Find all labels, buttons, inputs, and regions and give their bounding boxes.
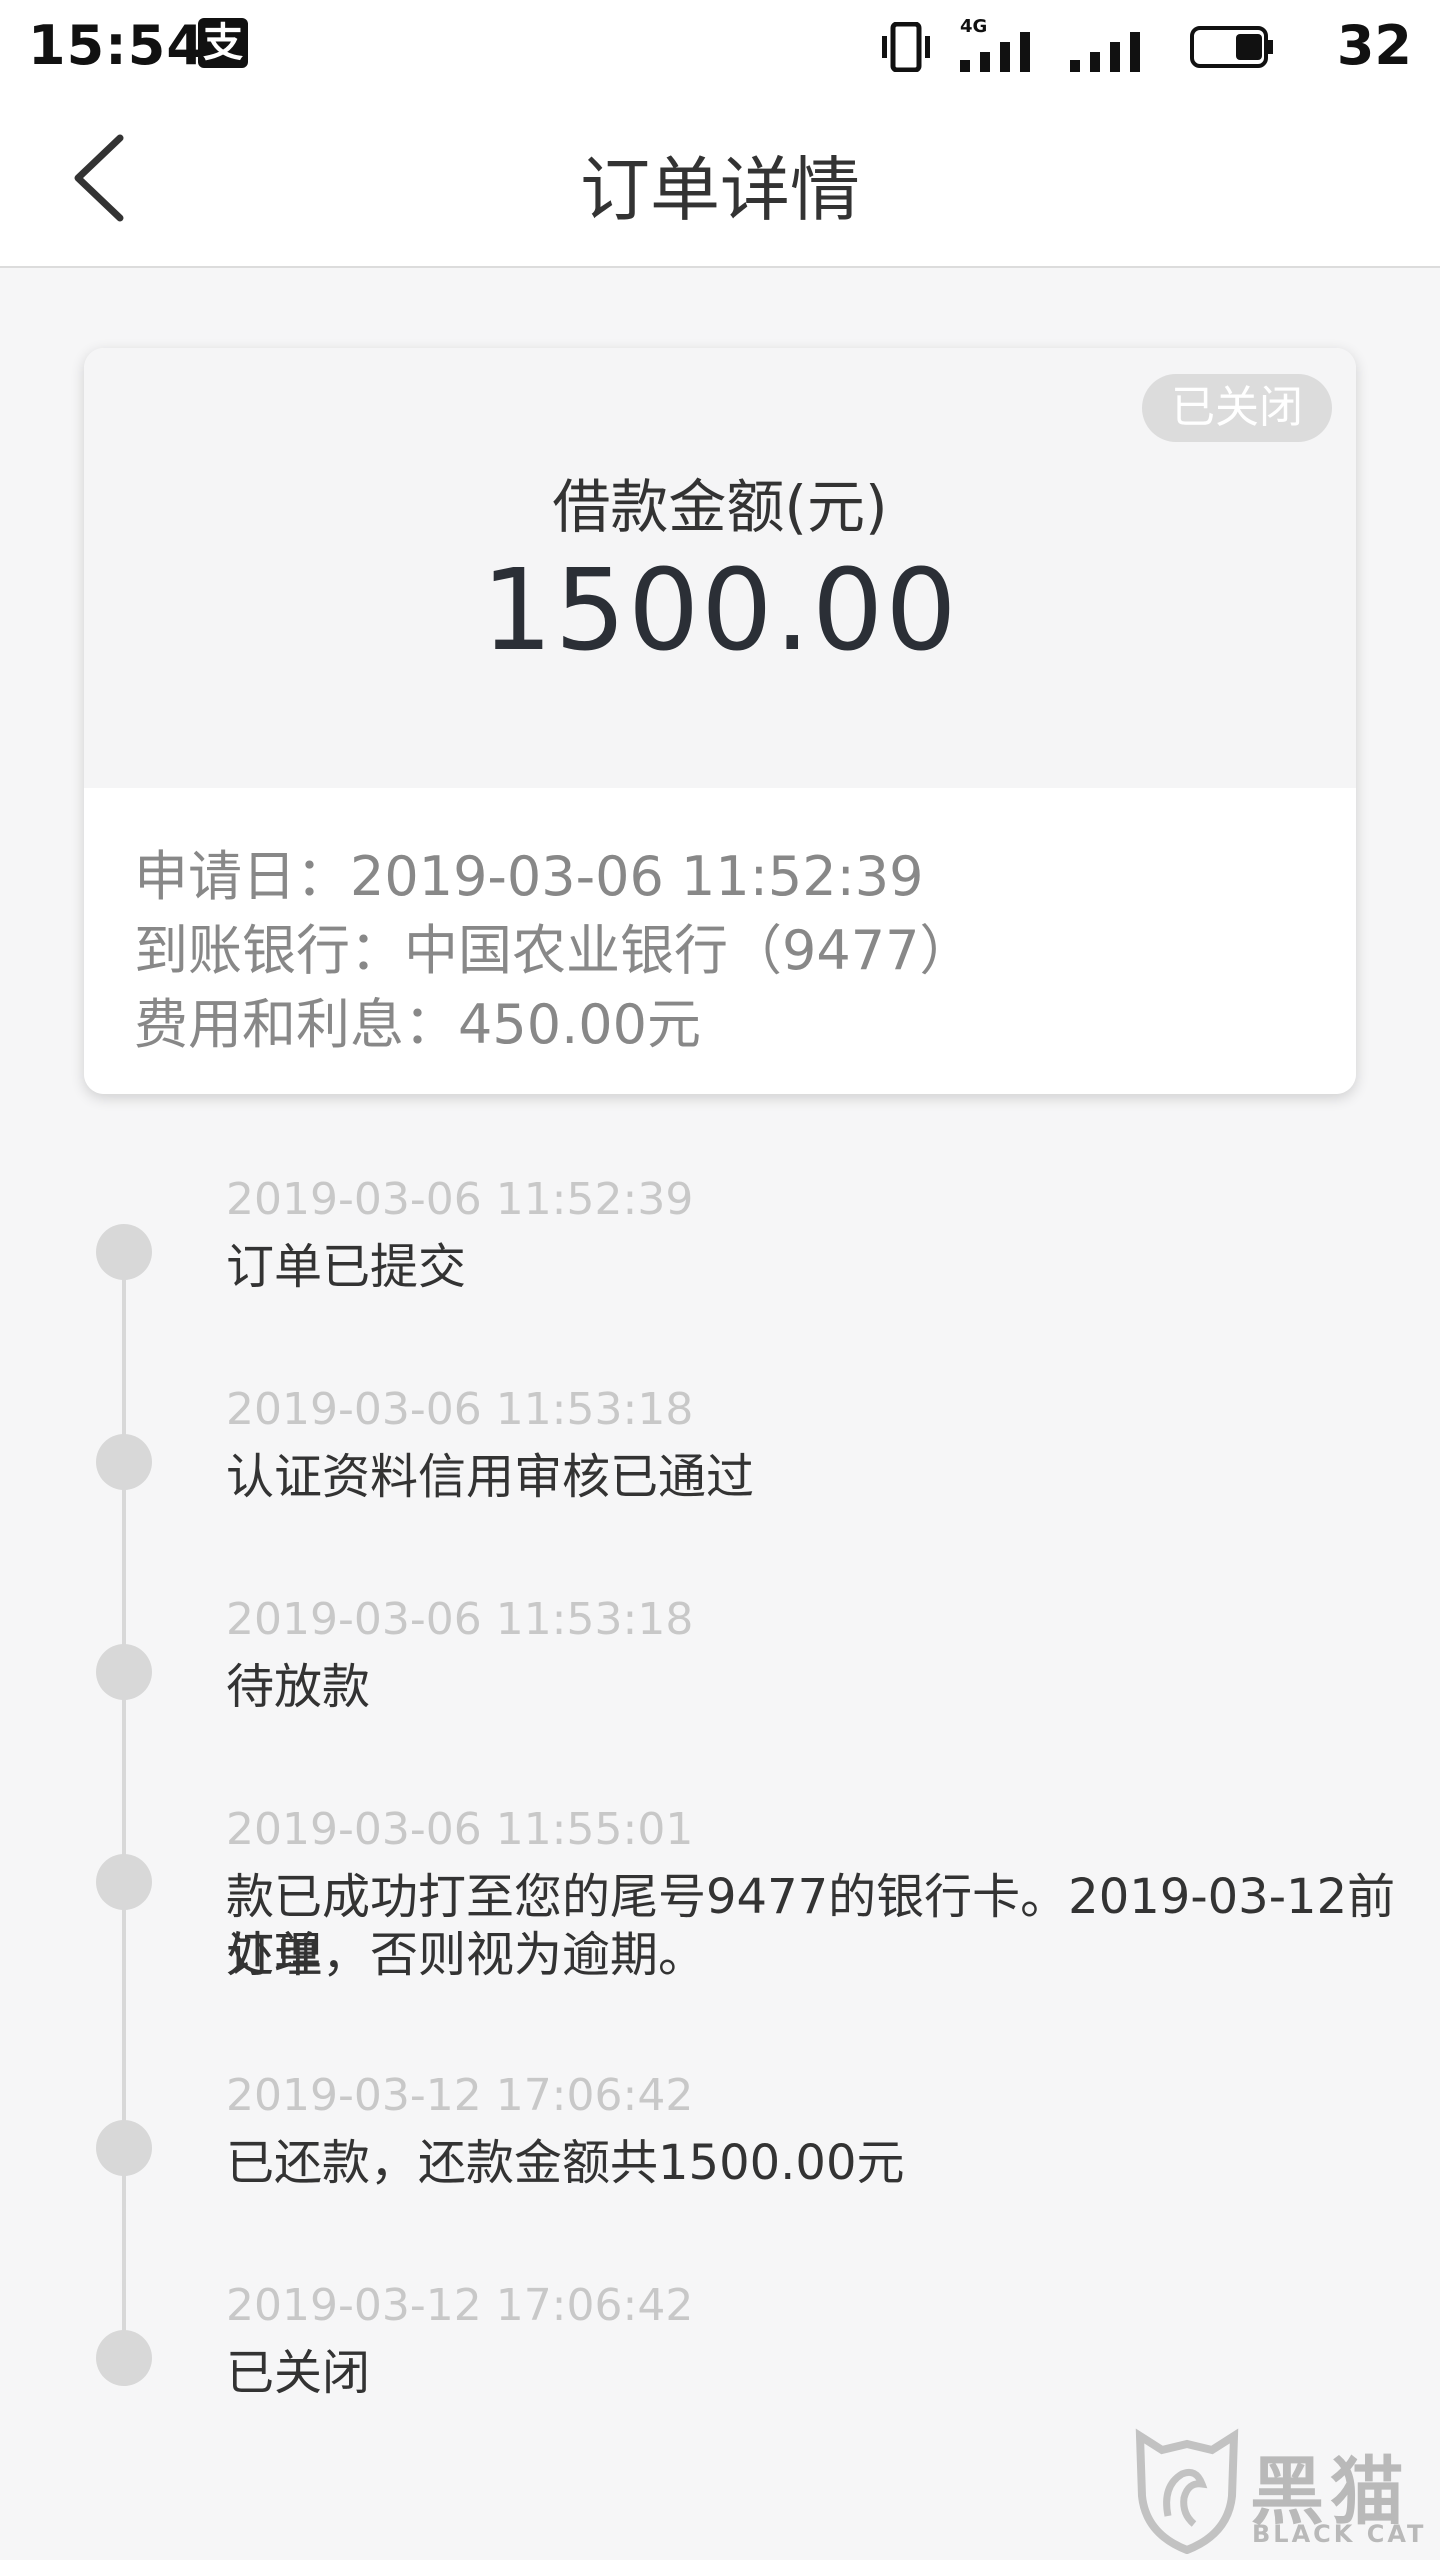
timeline-time: 2019-03-06 11:52:39 xyxy=(226,1174,694,1225)
watermark-subtitle: BLACK CAT xyxy=(1252,2520,1427,2548)
bank-row: 到账银行：中国农业银行（9477） xyxy=(134,906,973,985)
loan-amount-label: 借款金额(元) xyxy=(552,473,888,541)
status-badge: 已关闭 xyxy=(1142,374,1332,442)
timeline-text: 认证资料信用审核已通过 xyxy=(226,1449,755,1505)
timeline-text-line2: 订单，否则视为逾期。 xyxy=(226,1927,707,1983)
status-time: 15:54 xyxy=(28,14,205,77)
timeline-dot xyxy=(96,2120,152,2176)
loan-summary-card: 已关闭 借款金额(元) 1500.00 申请日：2019-03-06 11:52… xyxy=(84,348,1356,1094)
watermark: 黑猫 BLACK CAT xyxy=(1132,2426,1432,2554)
timeline-text: 待放款 xyxy=(226,1659,371,1715)
timeline-time: 2019-03-06 11:53:18 xyxy=(226,1384,694,1435)
timeline-text: 已关闭 xyxy=(226,2345,371,2401)
vibrate-icon xyxy=(882,22,930,72)
status-bar: 15:54 支 4G 32 xyxy=(0,0,1440,92)
detail-key: 费用和利息： xyxy=(134,993,458,1056)
application-date-row: 申请日：2019-03-06 11:52:39 xyxy=(134,832,924,911)
timeline-track xyxy=(122,1252,126,2360)
detail-key: 申请日： xyxy=(134,845,350,908)
timeline-text: 订单已提交 xyxy=(226,1239,467,1295)
timeline-dot xyxy=(96,1644,152,1700)
cat-shield-icon xyxy=(1135,2428,1239,2554)
cell-signal-icon xyxy=(960,32,1030,72)
battery-icon xyxy=(1190,26,1273,68)
timeline-dot xyxy=(96,1854,152,1910)
timeline-dot xyxy=(96,1434,152,1490)
detail-value: 中国农业银行（9477） xyxy=(404,919,974,982)
status-icons: 4G xyxy=(880,16,1300,72)
detail-value: 450.00元 xyxy=(458,993,701,1056)
cell-signal-2-icon xyxy=(1070,32,1140,72)
timeline-dot xyxy=(96,2330,152,2386)
timeline-time: 2019-03-06 11:55:01 xyxy=(226,1804,694,1855)
timeline-text: 已还款，还款金额共1500.00元 xyxy=(226,2135,905,2191)
timeline-time: 2019-03-12 17:06:42 xyxy=(226,2070,694,2121)
app-header: 订单详情 xyxy=(0,92,1440,268)
card-amount-section: 已关闭 借款金额(元) 1500.00 xyxy=(84,348,1356,788)
timeline-dot xyxy=(96,1224,152,1280)
detail-key: 到账银行： xyxy=(134,919,404,982)
fee-row: 费用和利息：450.00元 xyxy=(134,980,701,1059)
page-title: 订单详情 xyxy=(580,149,860,231)
battery-level: 32 xyxy=(1336,14,1412,77)
timeline-time: 2019-03-06 11:53:18 xyxy=(226,1594,694,1645)
detail-value: 2019-03-06 11:52:39 xyxy=(350,845,924,908)
alipay-icon: 支 xyxy=(198,18,248,68)
card-details-section: 申请日：2019-03-06 11:52:39 到账银行：中国农业银行（9477… xyxy=(84,788,1356,1094)
loan-amount-value: 1500.00 xyxy=(481,546,959,676)
timeline-time: 2019-03-12 17:06:42 xyxy=(226,2280,694,2331)
